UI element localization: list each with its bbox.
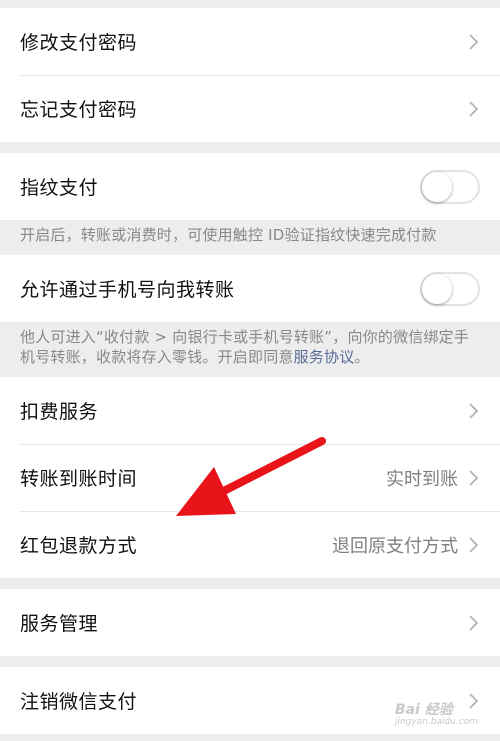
forgot-password-label: 忘记支付密码	[20, 99, 138, 121]
watermark-brand: Bai 经验	[394, 702, 453, 718]
red-packet-refund-item[interactable]: 红包退款方式 退回原支付方式	[0, 511, 500, 578]
red-packet-refund-label: 红包退款方式	[20, 535, 138, 557]
phone-transfer-note-end: 。	[354, 348, 370, 366]
fingerprint-pay-toggle[interactable]	[420, 169, 480, 204]
watermark-url: jingyan.baidu.com	[394, 717, 478, 727]
services-group: 扣费服务 转账到账时间 实时到账 红包退款方式 退回原支付方式	[0, 377, 500, 578]
toggle-knob	[422, 171, 452, 202]
chevron-right-icon	[469, 100, 479, 117]
baidu-watermark: Bai 经验 jingyan.baidu.com	[395, 699, 478, 727]
section-gap	[0, 578, 500, 589]
section-gap	[0, 656, 500, 667]
chevron-right-icon	[469, 402, 479, 419]
service-agreement-link[interactable]: 服务协议	[294, 348, 355, 366]
fingerprint-group: 指纹支付	[0, 153, 500, 220]
section-gap	[0, 142, 500, 153]
transfer-time-label: 转账到账时间	[20, 468, 138, 490]
chevron-right-icon	[469, 469, 479, 486]
top-spacer	[0, 0, 500, 8]
phone-transfer-note-text: 他人可进入“收付款 > 向银行卡或手机号转账”，向你的微信绑定手机号转账，收款将…	[20, 328, 470, 366]
chevron-right-icon	[469, 614, 479, 631]
deduction-service-item[interactable]: 扣费服务	[0, 377, 500, 444]
modify-password-label: 修改支付密码	[20, 32, 138, 54]
fingerprint-pay-item: 指纹支付	[0, 153, 500, 220]
phone-transfer-group: 允许通过手机号向我转账	[0, 255, 500, 322]
chevron-right-icon	[469, 33, 479, 50]
fingerprint-note: 开启后，转账或消费时，可使用触控 ID验证指纹快速完成付款	[0, 220, 500, 255]
toggle-knob	[422, 273, 452, 304]
password-group: 修改支付密码 忘记支付密码	[0, 8, 500, 142]
phone-transfer-label: 允许通过手机号向我转账	[20, 279, 235, 301]
phone-transfer-item: 允许通过手机号向我转账	[0, 255, 500, 322]
red-packet-refund-value: 退回原支付方式	[332, 535, 458, 557]
forgot-password-item[interactable]: 忘记支付密码	[0, 75, 500, 142]
service-management-item[interactable]: 服务管理	[0, 589, 500, 656]
service-management-group: 服务管理	[0, 589, 500, 656]
phone-transfer-toggle[interactable]	[420, 271, 480, 306]
transfer-time-item[interactable]: 转账到账时间 实时到账	[0, 444, 500, 511]
deduction-service-label: 扣费服务	[20, 401, 99, 423]
chevron-right-icon	[469, 536, 479, 553]
fingerprint-pay-label: 指纹支付	[20, 177, 99, 199]
transfer-time-value: 实时到账	[386, 468, 458, 490]
modify-password-item[interactable]: 修改支付密码	[0, 8, 500, 75]
service-management-label: 服务管理	[20, 613, 99, 635]
phone-transfer-note: 他人可进入“收付款 > 向银行卡或手机号转账”，向你的微信绑定手机号转账，收款将…	[0, 322, 500, 377]
